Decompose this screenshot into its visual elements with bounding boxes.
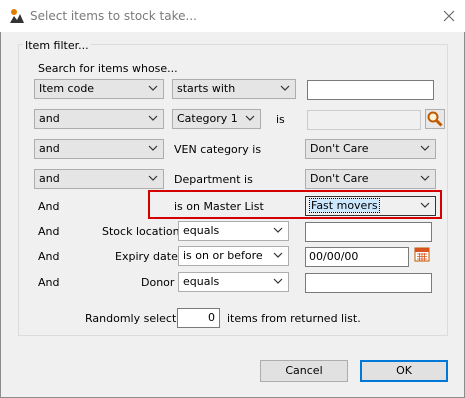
ven-category-select[interactable]: Don't Care	[305, 139, 436, 159]
expiry-date-label: Expiry date	[115, 250, 178, 263]
chevron-down-icon	[273, 225, 283, 235]
field-select-value: Item code	[39, 82, 95, 95]
cancel-button[interactable]: Cancel	[260, 360, 348, 382]
conjunction-select-2[interactable]: and	[34, 109, 164, 129]
stock-location-operator-value: equals	[183, 224, 220, 237]
window-title: Select items to stock take...	[30, 9, 197, 23]
item-code-input[interactable]	[307, 80, 434, 100]
ok-button[interactable]: OK	[360, 360, 448, 382]
expiry-date-input[interactable]: 00/00/00	[305, 247, 409, 267]
conjunction-label-8: And	[38, 276, 60, 289]
department-value: Don't Care	[310, 172, 369, 185]
magnifier-icon	[427, 111, 443, 127]
category-select-value: Category 1	[177, 112, 238, 125]
random-select-label: Randomly select	[85, 312, 177, 325]
close-icon	[443, 10, 455, 22]
category-select[interactable]: Category 1	[172, 109, 261, 129]
stock-location-operator-select[interactable]: equals	[178, 221, 289, 241]
conjunction-select-3[interactable]: and	[34, 139, 164, 159]
chevron-down-icon	[148, 83, 158, 93]
chevron-down-icon	[420, 143, 430, 153]
stock-location-label: Stock location	[102, 225, 180, 238]
ven-category-value: Don't Care	[310, 142, 369, 155]
donor-operator-select[interactable]: equals	[178, 272, 289, 292]
random-count-input[interactable]: 0	[177, 308, 220, 328]
field-select[interactable]: Item code	[34, 79, 164, 99]
department-select[interactable]: Don't Care	[305, 169, 436, 189]
department-label: Department is	[174, 173, 253, 186]
msupply-logo-icon	[9, 8, 25, 24]
donor-operator-value: equals	[183, 275, 220, 288]
conjunction-value-2: and	[39, 112, 60, 125]
operator-select[interactable]: starts with	[172, 79, 296, 99]
chevron-down-icon	[148, 113, 158, 123]
master-list-highlight	[148, 190, 442, 219]
conjunction-label-7: And	[38, 250, 60, 263]
random-suffix-label: items from returned list.	[227, 312, 361, 325]
chevron-down-icon	[245, 113, 255, 123]
chevron-down-icon	[280, 83, 290, 93]
conjunction-label-6: And	[38, 225, 60, 238]
stock-location-input[interactable]	[305, 222, 432, 242]
is-label: is	[276, 113, 285, 126]
conjunction-label-5: And	[38, 200, 60, 213]
conjunction-value-3: and	[39, 142, 60, 155]
chevron-down-icon	[420, 173, 430, 183]
category-input[interactable]	[307, 110, 421, 130]
item-filter-group-label: Item filter...	[23, 39, 91, 52]
chevron-down-icon	[273, 276, 283, 286]
chevron-down-icon	[148, 173, 158, 183]
chevron-down-icon	[273, 250, 283, 260]
chevron-down-icon	[148, 143, 158, 153]
operator-select-value: starts with	[177, 82, 236, 95]
conjunction-select-4[interactable]: and	[34, 169, 164, 189]
expiry-date-operator-select[interactable]: is on or before	[178, 246, 289, 266]
calendar-button[interactable]	[414, 246, 432, 264]
close-button[interactable]	[435, 4, 463, 28]
donor-input[interactable]	[305, 273, 432, 293]
category-search-button[interactable]	[425, 109, 445, 129]
expiry-date-operator-value: is on or before	[183, 249, 263, 262]
ven-category-label: VEN category is	[174, 143, 262, 156]
donor-label: Donor	[141, 276, 175, 289]
search-label: Search for items whose...	[38, 62, 178, 75]
calendar-icon	[414, 247, 430, 262]
conjunction-value-4: and	[39, 172, 60, 185]
title-bar: Select items to stock take...	[0, 0, 465, 32]
